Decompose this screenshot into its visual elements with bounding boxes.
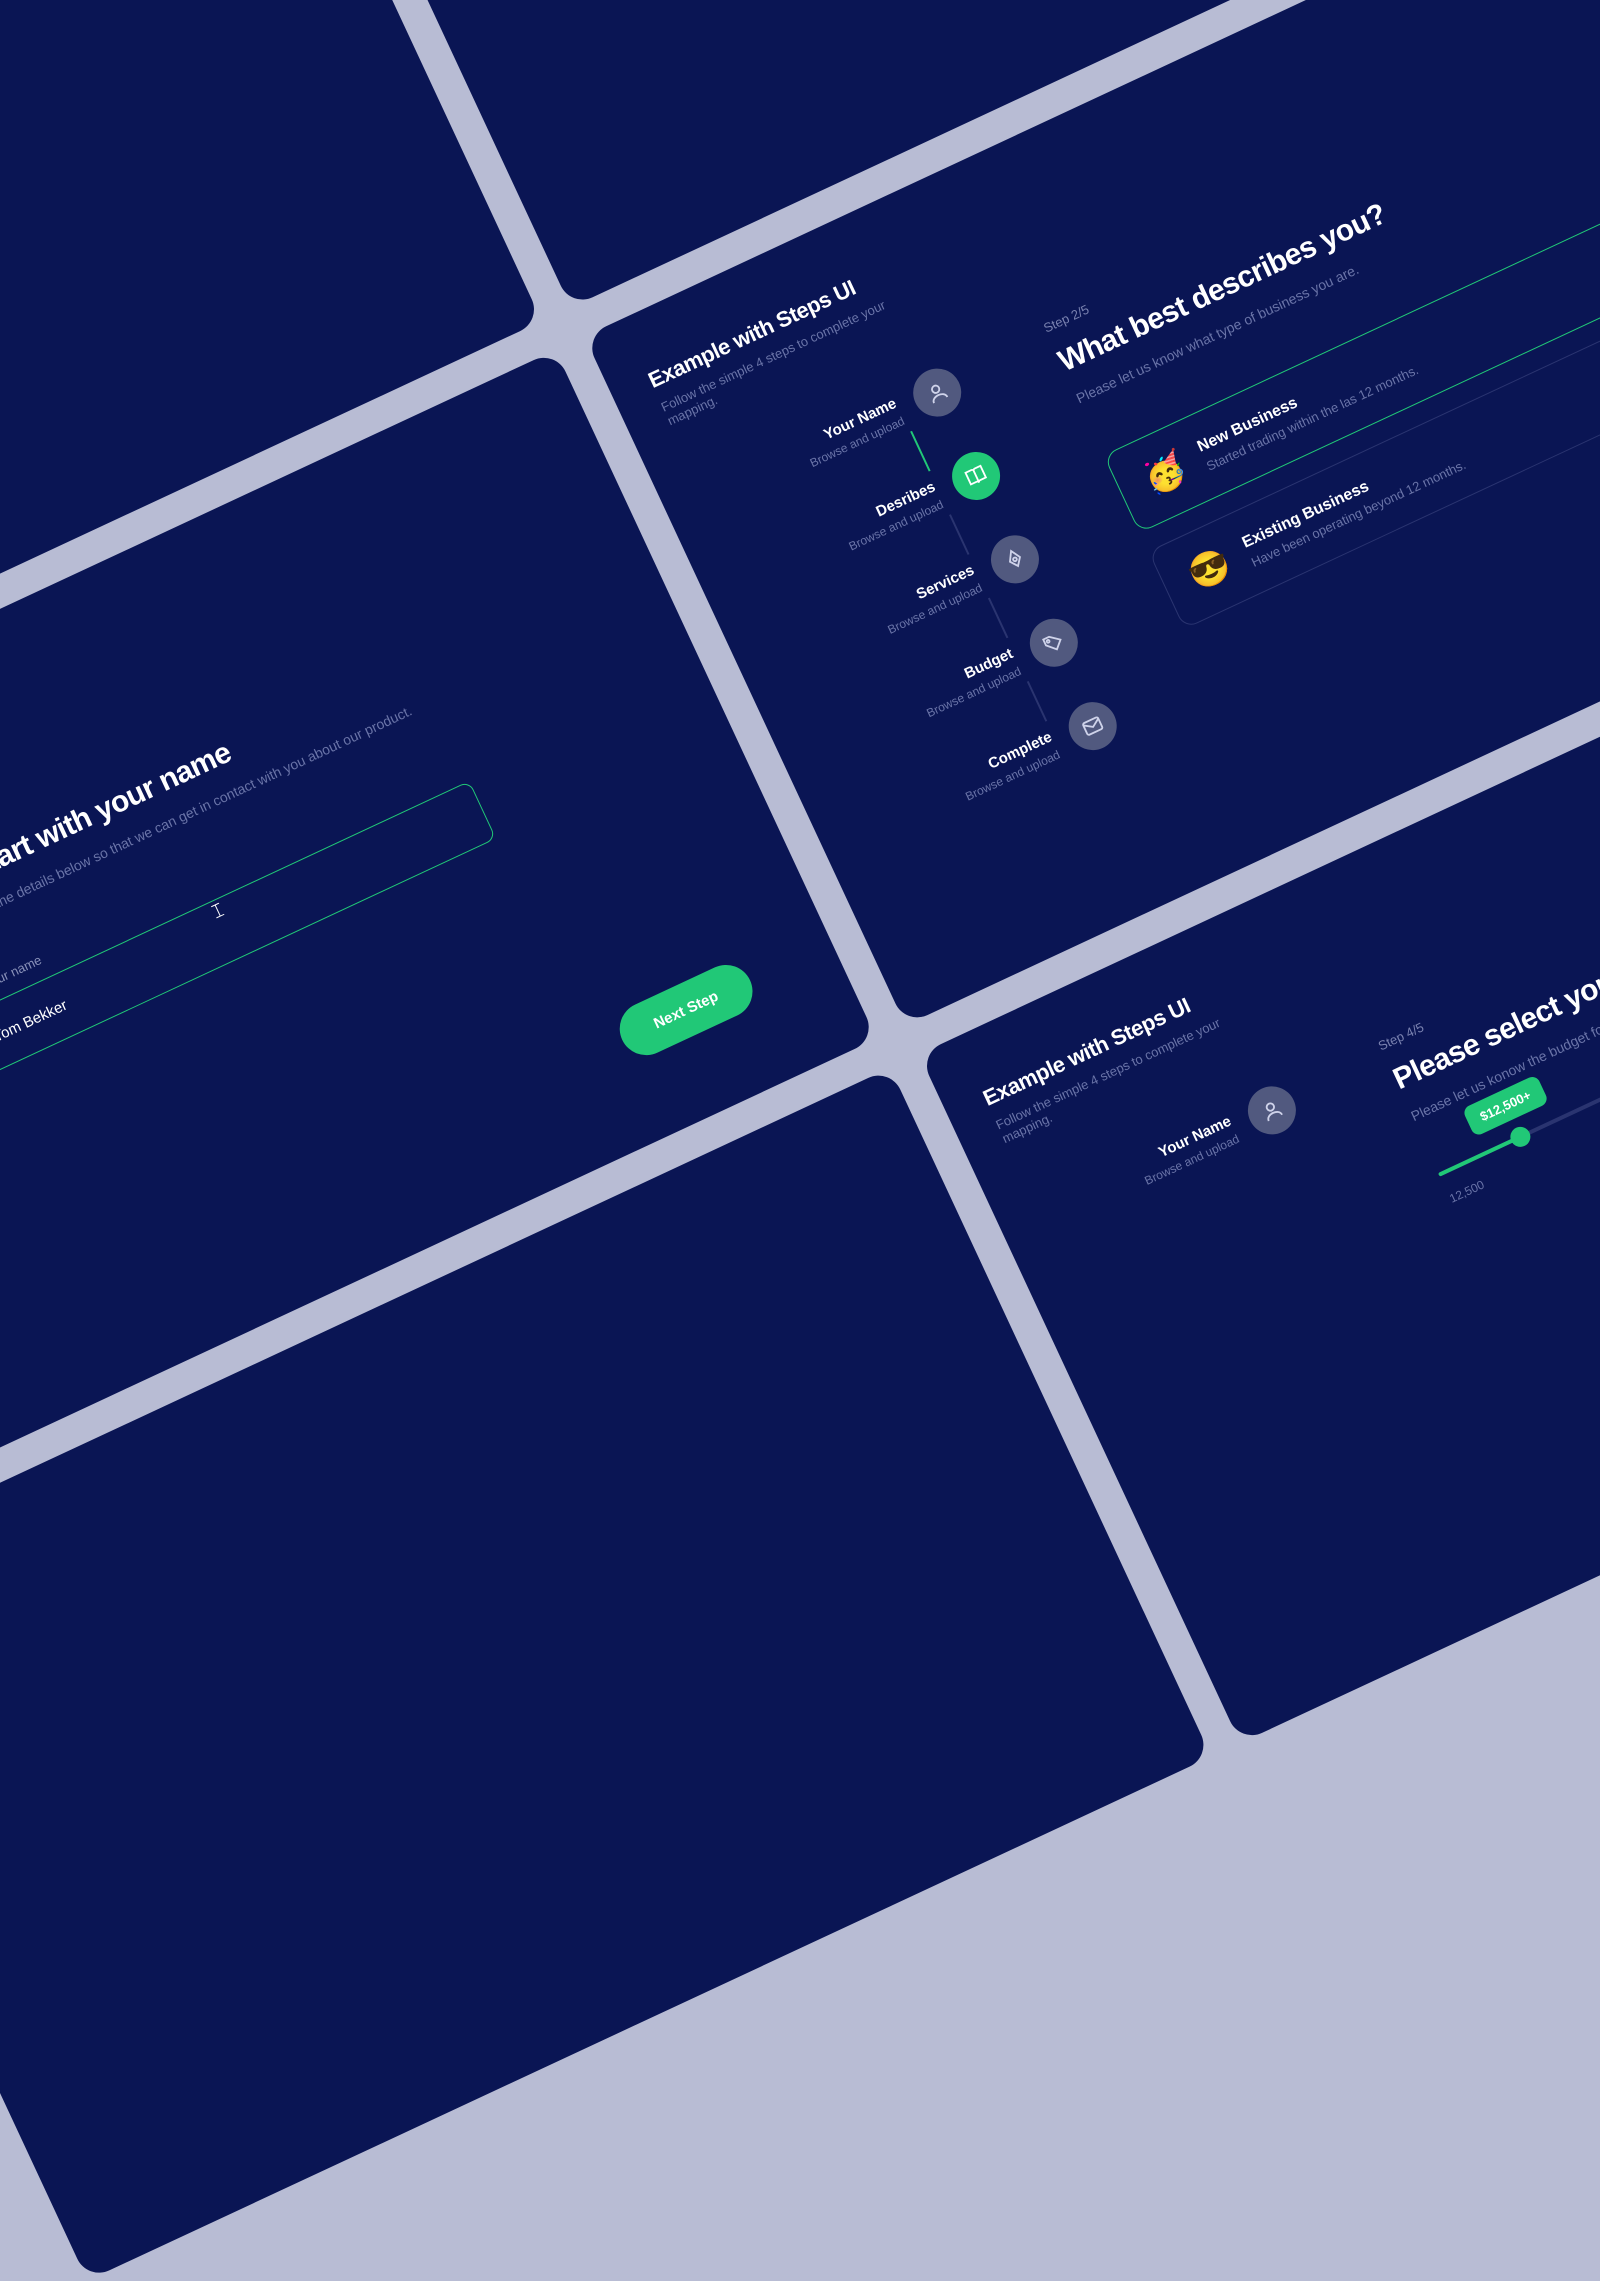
party-emoji-icon: 🥳 (1137, 447, 1192, 501)
user-icon (905, 361, 969, 425)
slider-mark: 12,500 (1447, 1178, 1486, 1206)
book-icon (944, 444, 1008, 508)
sunglasses-emoji-icon: 😎 (1182, 543, 1237, 597)
user-icon (1240, 1078, 1304, 1142)
mail-icon (1061, 694, 1125, 758)
tag-icon (1022, 611, 1086, 675)
slider-knob[interactable] (1507, 1124, 1534, 1151)
next-step-button[interactable]: Next Step (611, 956, 761, 1064)
pen-icon (983, 527, 1047, 591)
